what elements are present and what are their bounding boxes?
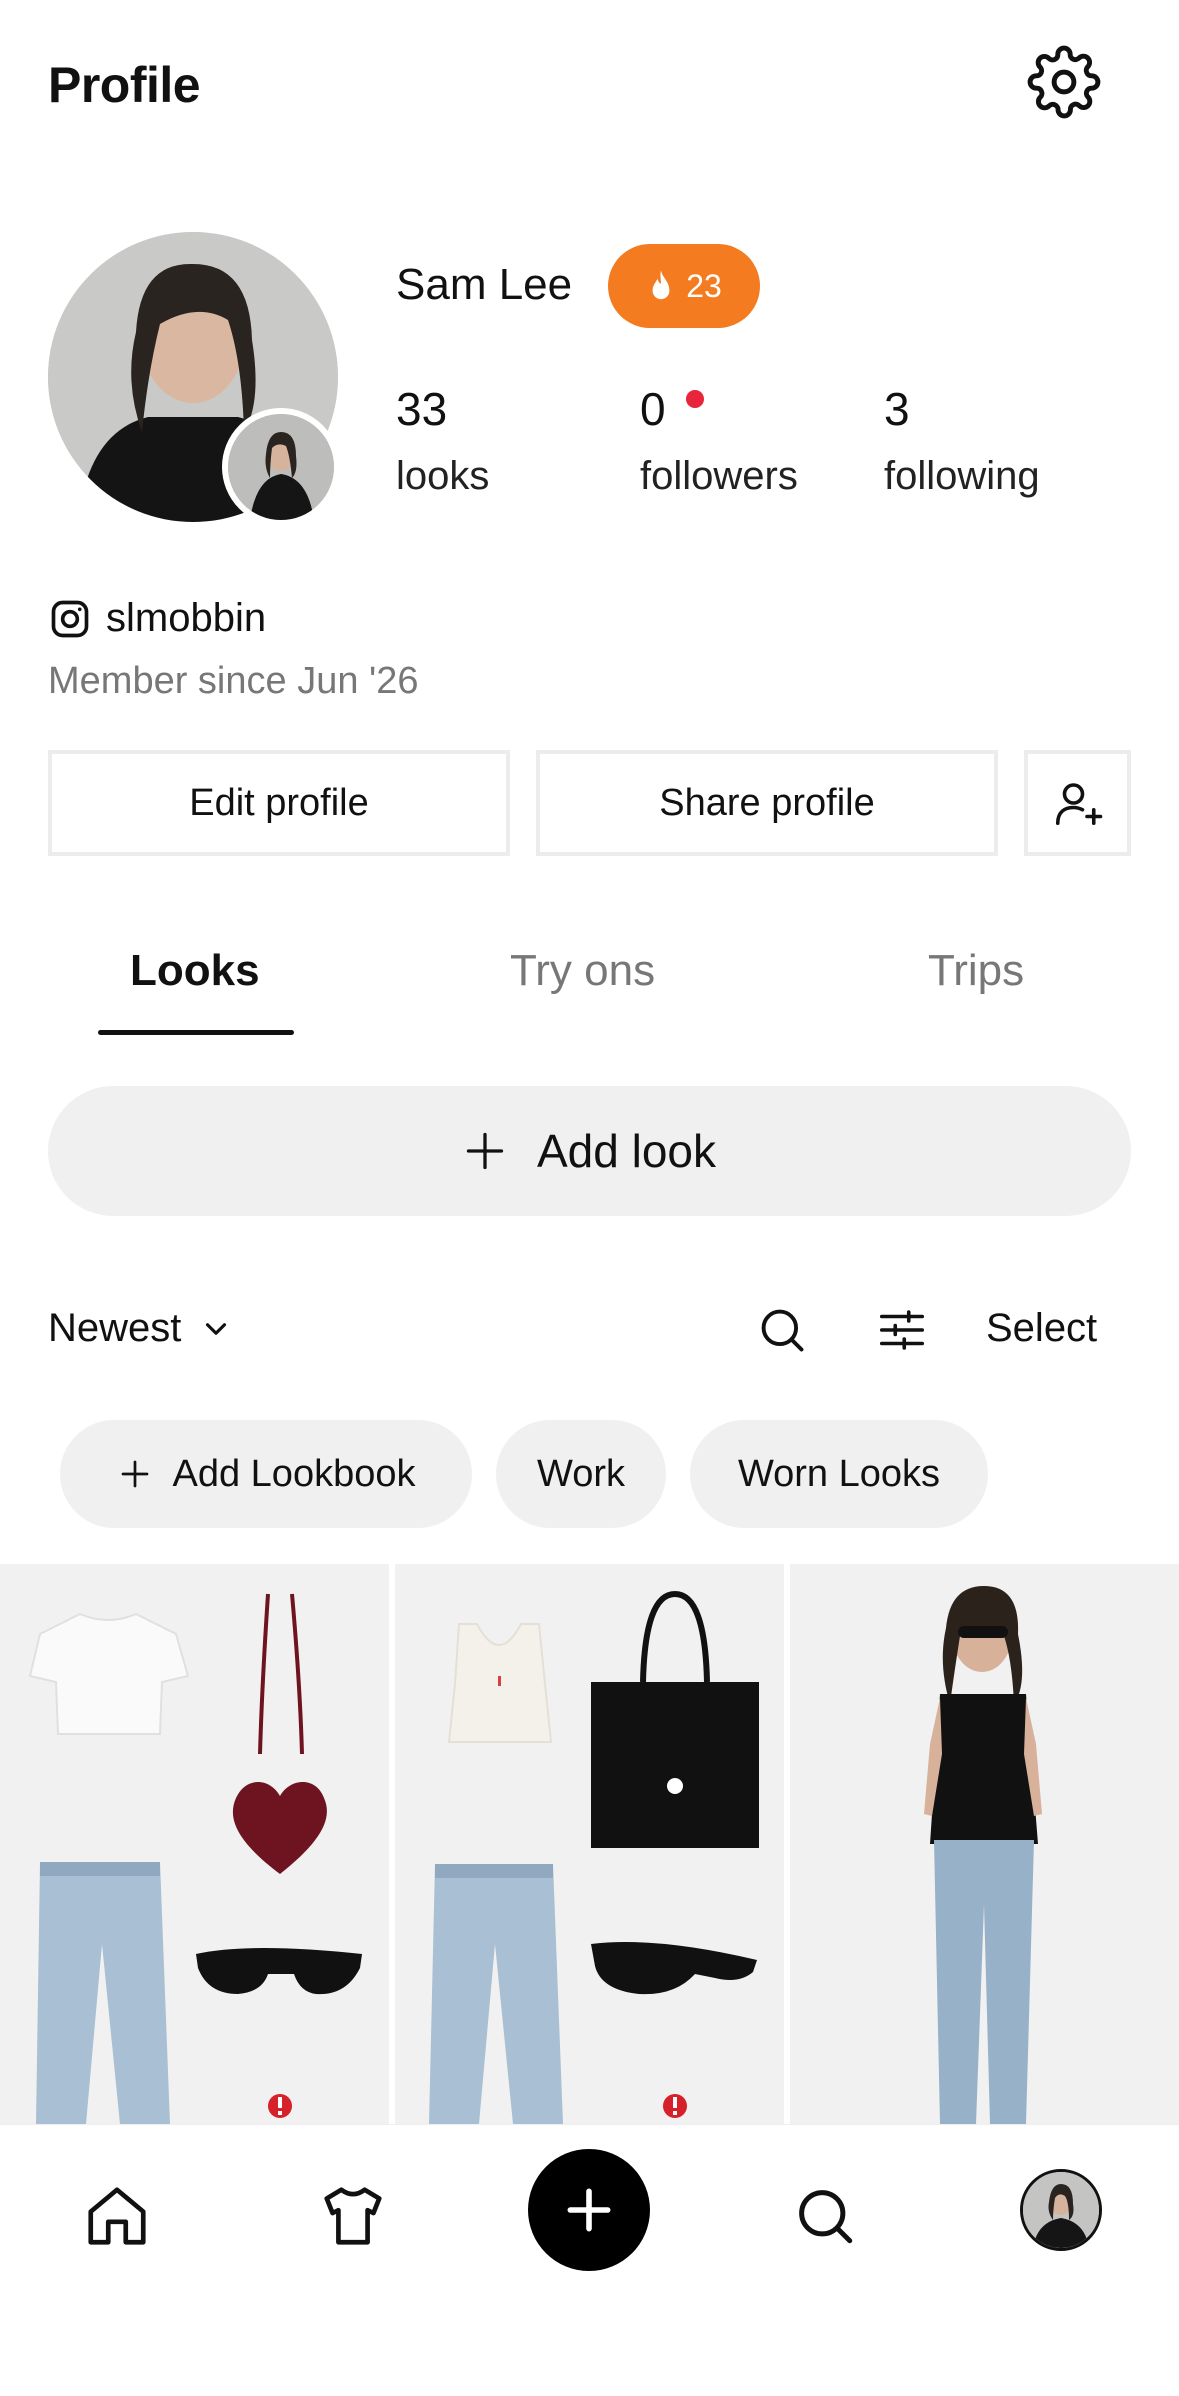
tab-looks[interactable]: Looks	[130, 946, 260, 996]
chip-worn-looks[interactable]: Worn Looks	[690, 1420, 988, 1528]
sliders-icon	[879, 1310, 925, 1350]
tab-try-ons[interactable]: Try ons	[510, 946, 655, 996]
share-profile-label: Share profile	[659, 781, 875, 824]
chevron-down-icon	[206, 1322, 227, 1335]
profile-name: Sam Lee	[396, 260, 573, 309]
sort-label: Newest	[48, 1306, 182, 1350]
instagram-link[interactable]: slmobbin	[48, 596, 266, 641]
plus-icon	[466, 1132, 504, 1170]
page-title: Profile	[48, 57, 201, 113]
search-button[interactable]	[752, 1300, 812, 1360]
look-image	[924, 1586, 1042, 2124]
chip-label: Work	[537, 1452, 625, 1495]
look-image	[28, 1593, 362, 2124]
settings-button[interactable]	[1024, 42, 1104, 122]
header: Profile	[0, 0, 1179, 170]
edit-profile-button[interactable]: Edit profile	[48, 750, 510, 856]
add-friend-button[interactable]	[1024, 750, 1131, 856]
gear-icon	[1027, 45, 1101, 119]
look-card[interactable]	[0, 1564, 389, 2124]
streak-badge[interactable]: 23	[608, 244, 760, 328]
secondary-avatar[interactable]	[222, 408, 340, 526]
nav-add-button[interactable]	[528, 2149, 650, 2271]
avatar	[1023, 2172, 1099, 2248]
nav-home[interactable]	[72, 2171, 162, 2261]
filter-button[interactable]	[872, 1300, 932, 1360]
look-card[interactable]	[790, 1564, 1179, 2124]
chip-add-lookbook[interactable]: Add Lookbook	[60, 1420, 472, 1528]
search-icon	[799, 2190, 853, 2244]
streak-count: 23	[686, 267, 722, 304]
avatar-photo-small	[228, 414, 334, 520]
shirt-icon	[324, 2187, 382, 2245]
stat-label: looks	[396, 454, 490, 498]
stat-value: 0	[640, 383, 666, 435]
instagram-icon	[51, 600, 89, 637]
flame-icon	[652, 270, 670, 300]
look-image	[429, 1590, 759, 2124]
add-look-label: Add look	[536, 1125, 716, 1177]
nav-search[interactable]	[780, 2171, 870, 2261]
chip-label: Worn Looks	[737, 1452, 941, 1495]
plus-icon	[121, 1460, 148, 1488]
bottom-nav	[0, 2124, 1179, 2396]
stat-following[interactable]: 3 following	[884, 386, 1040, 499]
instagram-handle: slmobbin	[106, 596, 267, 640]
sort-dropdown[interactable]: Newest	[48, 1306, 233, 1351]
chip-work[interactable]: Work	[496, 1420, 666, 1528]
stat-label: following	[884, 454, 1040, 498]
nav-wardrobe[interactable]	[308, 2171, 398, 2261]
active-tab-indicator	[98, 1030, 294, 1035]
member-since: Member since Jun '26	[48, 660, 419, 702]
stat-value: 33	[396, 383, 448, 435]
looks-grid	[0, 1564, 1179, 2124]
nav-profile-avatar[interactable]	[1020, 2169, 1102, 2251]
look-card[interactable]	[395, 1564, 784, 2124]
add-look-button[interactable]: Add look	[48, 1086, 1131, 1216]
search-icon	[761, 1309, 804, 1352]
stat-followers[interactable]: 0 followers	[640, 386, 798, 499]
share-profile-button[interactable]: Share profile	[536, 750, 998, 856]
notification-dot	[686, 390, 704, 408]
stat-looks[interactable]: 33 looks	[396, 386, 489, 499]
home-icon	[88, 2187, 146, 2245]
chip-label: Add Lookbook	[172, 1452, 416, 1495]
edit-profile-label: Edit profile	[189, 781, 369, 824]
stat-value: 3	[884, 383, 910, 435]
add-user-icon	[1055, 783, 1102, 826]
select-button[interactable]: Select	[986, 1306, 1097, 1351]
tab-trips[interactable]: Trips	[928, 946, 1024, 996]
plus-icon	[567, 2188, 611, 2232]
stat-label: followers	[640, 454, 798, 498]
